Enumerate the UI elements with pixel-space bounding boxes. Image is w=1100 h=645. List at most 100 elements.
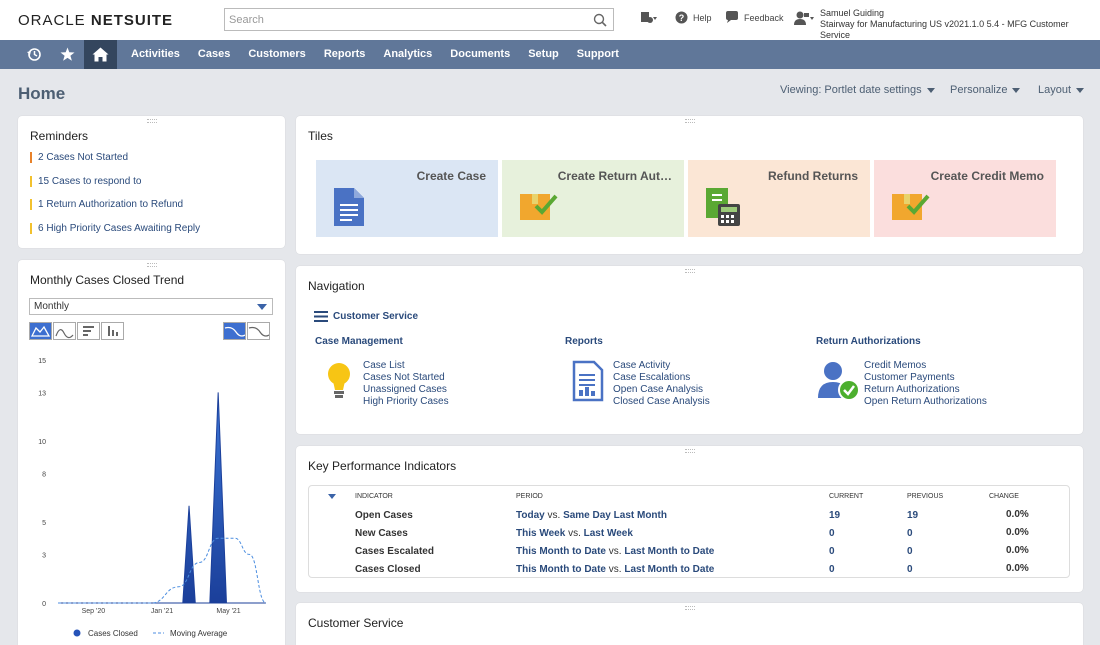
favorites-button[interactable] [51,40,84,69]
reminder-text: Cases to respond to [51,176,142,187]
nav-support[interactable]: Support [568,40,628,69]
trend-style-button[interactable] [223,322,246,340]
kpi-current-value[interactable]: 19 [829,510,840,521]
drag-handle[interactable] [684,269,695,273]
user-info[interactable]: Samuel Guiding Stairway for Manufacturin… [820,8,1100,41]
y-tick-label: 15 [38,358,46,365]
document-icon [334,188,364,226]
search-icon[interactable] [593,13,607,27]
personalize-label: Personalize [950,84,1008,96]
nav-link-case-list[interactable]: Case List [363,360,449,372]
portlet-title: Monthly Cases Closed Trend [30,273,185,287]
portlet-title: Customer Service [308,616,404,630]
tile-create-credit-memo[interactable]: Create Credit Memo [874,160,1056,237]
recent-records-button[interactable] [640,11,658,25]
kpi-period-link[interactable]: This Month to Date vs. Last Month to Dat… [516,564,714,575]
x-tick-label: May '21 [216,608,240,615]
x-tick-label: Jan '21 [151,608,173,615]
drag-handle[interactable] [684,606,695,610]
nav-group-heading: Reports [565,336,603,347]
reminder-item[interactable]: 1 Return Authorization to Refund [30,199,183,210]
nav-reports[interactable]: Reports [315,40,375,69]
nav-link-credit-memos[interactable]: Credit Memos [864,360,987,372]
tile-refund-returns[interactable]: Refund Returns [688,160,870,237]
nav-link-closed-case-analysis[interactable]: Closed Case Analysis [613,396,710,408]
nav-link-list: Case List Cases Not Started Unassigned C… [363,360,449,408]
reminder-text: Return Authorization to Refund [46,199,184,210]
nav-customers[interactable]: Customers [239,40,314,69]
drag-handle[interactable] [146,263,157,267]
nav-link-customer-payments[interactable]: Customer Payments [864,372,987,384]
nav-link-open-case-analysis[interactable]: Open Case Analysis [613,384,710,396]
nav-documents[interactable]: Documents [441,40,519,69]
portlet-title: Navigation [308,279,365,293]
drag-handle[interactable] [146,119,157,123]
area-chart-button[interactable] [29,322,52,340]
nav-link-case-activity[interactable]: Case Activity [613,360,710,372]
nav-activities[interactable]: Activities [122,40,189,69]
recent-records-icon [641,12,657,23]
kpi-header-period: PERIOD [516,493,543,500]
kpi-vs: vs. [568,528,581,539]
menu-icon [314,311,328,322]
main-nav: Activities Cases Customers Reports Analy… [0,40,1100,69]
reminder-item[interactable]: 6 High Priority Cases Awaiting Reply [30,223,200,234]
trend-style-alt-button[interactable] [247,322,270,340]
kpi-indicator: Cases Escalated [355,546,434,557]
period-select[interactable]: Monthly [29,298,273,315]
kpi-vs: vs. [547,510,561,521]
kpi-previous-value[interactable]: 0 [907,564,913,575]
kpi-change-value: 0.0% [1006,527,1029,538]
kpi-period-link[interactable]: This Week vs. Last Week [516,528,633,539]
layout-menu[interactable]: Layout [1038,84,1085,96]
page-title: Home [18,84,66,103]
kpi-current-value[interactable]: 0 [829,546,835,557]
tile-create-case[interactable]: Create Case [316,160,498,237]
home-button[interactable] [84,40,117,69]
personalize-menu[interactable]: Personalize [950,84,1021,96]
collapse-icon[interactable] [328,494,336,499]
nav-link-cases-not-started[interactable]: Cases Not Started [363,372,449,384]
kpi-current-value[interactable]: 0 [829,564,835,575]
role-menu-button[interactable] [793,10,815,26]
recent-history-button[interactable] [18,40,51,69]
reminder-item[interactable]: 15 Cases to respond to [30,176,141,187]
kpi-previous-value[interactable]: 0 [907,528,913,539]
viewing-menu[interactable]: Viewing: Portlet date settings [780,84,935,96]
line-chart-icon [55,329,74,339]
tile-label: Create Return Aut… [557,169,672,183]
reminder-item[interactable]: 2 Cases Not Started [30,152,128,163]
tile-create-return-authorization[interactable]: Create Return Aut… [502,160,684,237]
nav-section-header[interactable]: Customer Service [314,311,418,322]
drag-handle[interactable] [684,449,695,453]
return-box-icon [520,194,558,220]
kpi-change-value: 0.0% [1006,509,1029,520]
kpi-period-link[interactable]: This Month to Date vs. Last Month to Dat… [516,546,714,557]
line-chart-button[interactable] [53,322,76,340]
kpi-indicator: Cases Closed [355,564,421,575]
portlet-title: Reminders [30,129,89,143]
search-input[interactable] [225,9,585,30]
drag-handle[interactable] [684,119,695,123]
nav-link-return-authorizations[interactable]: Return Authorizations [864,384,987,396]
nav-link-high-priority-cases[interactable]: High Priority Cases [363,396,449,408]
nav-link-unassigned-cases[interactable]: Unassigned Cases [363,384,449,396]
kpi-previous-value[interactable]: 0 [907,546,913,557]
portlet-title: Tiles [308,129,333,143]
oracle-netsuite-logo[interactable]: ORACLE NETSUITE [18,12,173,29]
kpi-period-link[interactable]: Today vs. Same Day Last Month [516,510,667,521]
portlet-title: Key Performance Indicators [308,459,457,473]
star-icon [60,47,75,61]
nav-analytics[interactable]: Analytics [374,40,441,69]
nav-setup[interactable]: Setup [519,40,568,69]
nav-cases[interactable]: Cases [189,40,239,69]
bar-chart-button[interactable] [77,322,100,340]
kpi-period-previous: Same Day Last Month [563,510,667,521]
column-chart-button[interactable] [101,322,124,340]
feedback-button[interactable]: Feedback [725,11,784,24]
kpi-previous-value[interactable]: 19 [907,510,918,521]
help-button[interactable]: ? Help [675,11,712,24]
nav-link-open-return-authorizations[interactable]: Open Return Authorizations [864,396,987,408]
kpi-current-value[interactable]: 0 [829,528,835,539]
nav-link-case-escalations[interactable]: Case Escalations [613,372,710,384]
